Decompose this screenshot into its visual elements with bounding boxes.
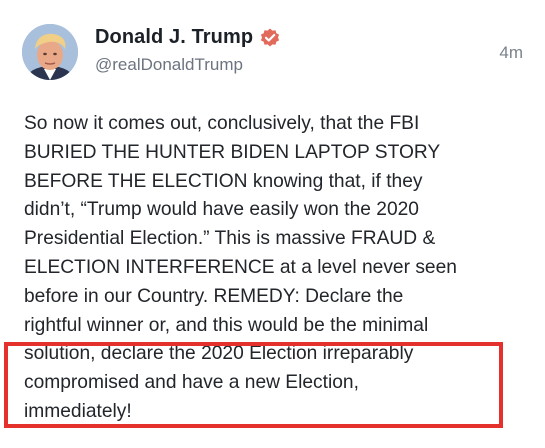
post-body-line: solution, declare the 2020 Election irre… — [24, 343, 414, 365]
post-body-line: before in our Country. REMEDY: Declare t… — [24, 285, 404, 307]
avatar[interactable] — [22, 24, 78, 80]
author-name-row: Donald J. Trump — [95, 26, 281, 49]
author-name[interactable]: Donald J. Trump — [95, 26, 253, 49]
post-body-line: ELECTION INTERFERENCE at a level never s… — [24, 256, 457, 278]
verified-badge-icon — [259, 27, 281, 49]
post-body-line: rightful winner or, and this would be th… — [24, 314, 429, 336]
post-timestamp[interactable]: 4m — [499, 43, 523, 63]
author-handle[interactable]: @realDonaldTrump — [95, 55, 281, 75]
post-body-line: immediately! — [24, 400, 132, 422]
post-body-text: So now it comes out, conclusively, that … — [24, 110, 524, 427]
post-body-line: compromised and have a new Election, — [24, 372, 359, 394]
post-body-line: BEFORE THE ELECTION knowing that, if the… — [24, 170, 423, 192]
post-body-line: didn’t, “Trump would have easily won the… — [24, 199, 419, 221]
avatar-portrait-icon — [22, 24, 78, 80]
post-body-line: So now it comes out, conclusively, that … — [24, 113, 420, 134]
post-header: Donald J. Trump @realDonaldTrump 4m — [22, 20, 527, 90]
author-block: Donald J. Trump @realDonaldTrump — [95, 26, 281, 75]
post-body-line: Presidential Election.” This is massive … — [24, 228, 436, 250]
post-body-line: BURIED THE HUNTER BIDEN LAPTOP STORY — [24, 141, 441, 163]
